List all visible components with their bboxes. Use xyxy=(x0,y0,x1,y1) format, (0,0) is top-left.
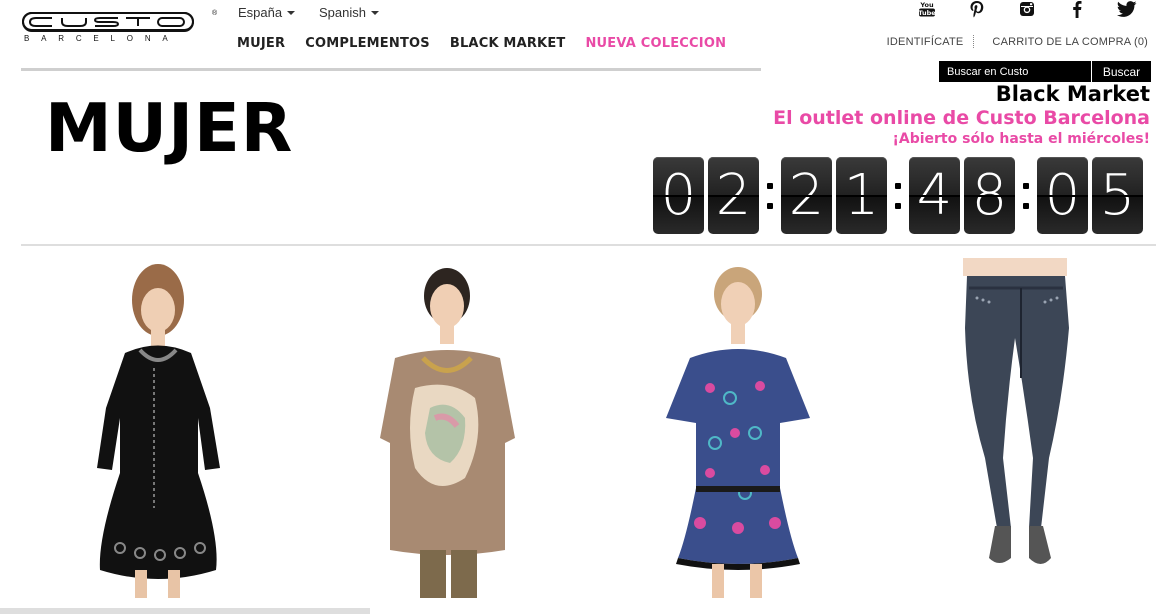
nav-item-black-market[interactable]: BLACK MARKET xyxy=(450,36,566,51)
svg-text:You: You xyxy=(919,1,934,9)
countdown-digit: 1 xyxy=(836,157,887,234)
brand-logo[interactable]: BARCELONA ® xyxy=(22,9,217,43)
product-card[interactable] xyxy=(945,258,1085,614)
chevron-down-icon xyxy=(287,10,296,15)
page-title: MUJER xyxy=(45,89,294,167)
twitter-icon[interactable] xyxy=(1116,0,1138,18)
countdown-separator xyxy=(1019,157,1033,234)
promo-heading: Black Market xyxy=(995,82,1150,106)
social-links: You Tube xyxy=(916,0,1138,18)
product-card[interactable] xyxy=(355,258,545,614)
country-label: España xyxy=(238,5,283,20)
countdown-digit: 0 xyxy=(1037,157,1088,234)
promo-open-until: ¡Abierto sólo hasta el miércoles! xyxy=(892,131,1150,147)
promo-block: Black Market El outlet online de Custo B… xyxy=(773,82,1150,149)
divider xyxy=(973,35,975,48)
language-label: Spanish xyxy=(319,5,366,20)
nav-item-complementos[interactable]: COMPLEMENTOS xyxy=(305,36,430,51)
pinterest-icon[interactable] xyxy=(966,0,988,18)
product-card[interactable] xyxy=(650,258,830,614)
promo-outlet-text: El outlet online de Custo Barcelona xyxy=(773,107,1150,129)
language-selector[interactable]: Spanish xyxy=(319,5,379,20)
countdown-separator xyxy=(763,157,777,234)
printed-tunic-top-image xyxy=(380,268,515,598)
search-bar: Buscar xyxy=(939,61,1151,82)
countdown-digit: 2 xyxy=(708,157,759,234)
patterned-blue-pink-dress-image xyxy=(666,267,810,598)
nav-item-nueva-coleccion[interactable]: NUEVA COLECCION xyxy=(585,36,726,51)
black-embroidered-dress-image xyxy=(97,264,220,598)
search-button[interactable]: Buscar xyxy=(1092,61,1151,82)
countdown-digit: 4 xyxy=(909,157,960,234)
nav-divider xyxy=(21,68,761,71)
countdown-digit: 5 xyxy=(1092,157,1143,234)
main-nav: MUJER COMPLEMENTOS BLACK MARKET NUEVA CO… xyxy=(237,36,726,51)
dark-denim-jeans-image xyxy=(963,258,1069,564)
countdown-separator xyxy=(891,157,905,234)
svg-text:Tube: Tube xyxy=(918,9,936,17)
countdown-digit: 8 xyxy=(964,157,1015,234)
registered-mark: ® xyxy=(212,10,218,17)
youtube-icon[interactable]: You Tube xyxy=(916,0,938,18)
facebook-icon[interactable] xyxy=(1066,0,1088,18)
login-link[interactable]: IDENTIFÍCATE xyxy=(887,36,964,48)
instagram-icon[interactable] xyxy=(1016,0,1038,18)
country-selector[interactable]: España xyxy=(238,5,296,20)
countdown-timer: 0 2 2 1 4 8 0 5 xyxy=(653,157,1147,234)
chevron-down-icon xyxy=(370,10,379,15)
countdown-digit: 0 xyxy=(653,157,704,234)
account-links: IDENTIFÍCATE CARRITO DE LA COMPRA (0) xyxy=(887,35,1148,48)
cart-link[interactable]: CARRITO DE LA COMPRA (0) xyxy=(992,36,1148,48)
search-input[interactable] xyxy=(939,61,1091,82)
section-divider xyxy=(21,244,1156,246)
scrollbar-horizontal[interactable] xyxy=(0,608,370,614)
nav-item-mujer[interactable]: MUJER xyxy=(237,36,285,51)
logo-subtitle: BARCELONA xyxy=(24,34,180,43)
countdown-digit: 2 xyxy=(781,157,832,234)
logo-wordmark-icon xyxy=(22,12,194,32)
product-card[interactable] xyxy=(70,258,250,614)
